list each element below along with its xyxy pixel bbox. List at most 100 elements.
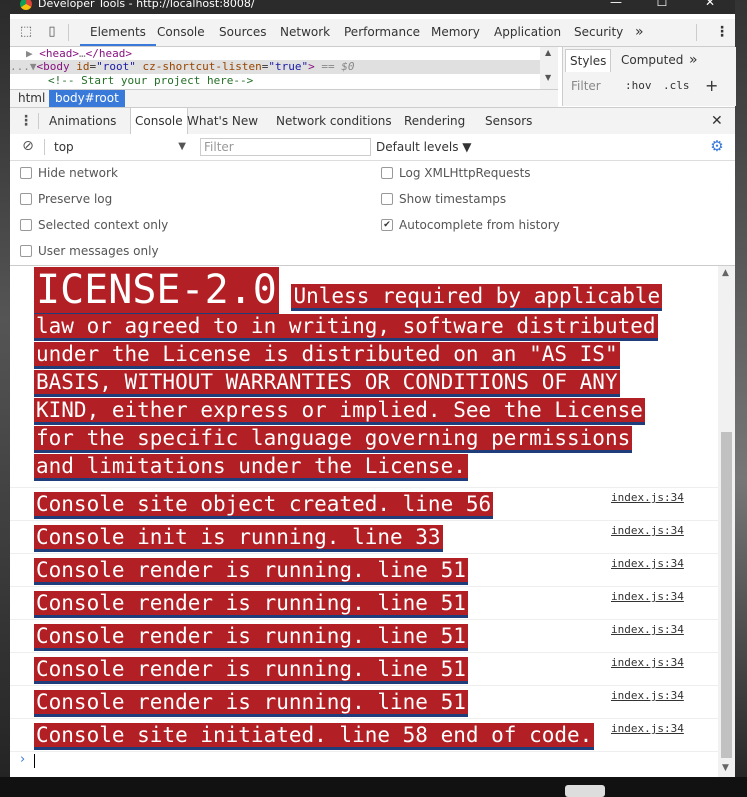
license-line: Unless required by applicable [291,284,663,308]
source-link[interactable]: index.js:34 [611,722,684,735]
tab-styles[interactable]: Styles [565,49,612,72]
scroll-down-icon[interactable]: ▼ [545,73,551,82]
toolbar-divider-right [696,24,697,41]
selected-context-checkbox[interactable] [20,219,32,231]
console-messages: ICENSE-2.0 Unless required by applicable… [10,266,718,777]
drawer-tabbar: ⋮ Animations Console What's New Network … [10,107,735,135]
source-link[interactable]: index.js:34 [611,491,684,504]
attr-value-cz: "true" [268,60,309,73]
license-log-message: ICENSE-2.0 Unless required by applicable… [34,267,674,480]
hover-state-toggle[interactable]: :hov [625,79,652,92]
maximize-button[interactable]: ☐ [639,0,685,8]
collapse-arrow-icon[interactable]: ▼ [30,60,37,73]
inspect-element-icon[interactable]: ⬚ [18,24,34,40]
license-line: KIND, either express or implied. See the… [34,398,645,422]
source-link[interactable]: index.js:34 [611,623,684,636]
breadcrumb-body[interactable]: body#root [49,90,125,107]
selected-node-ref: == $0 [321,60,355,73]
drawer-divider [38,113,39,129]
devtools-menu-icon[interactable]: ⋮ [705,19,739,46]
license-line: BASIS, WITHOUT WARRANTIES OR CONDITIONS … [34,370,620,394]
desktop-item [565,785,605,797]
show-timestamps-label: Show timestamps [399,192,507,206]
breadcrumb-html[interactable]: html [12,90,51,107]
source-link[interactable]: index.js:34 [611,656,684,669]
add-rule-icon[interactable]: + [705,76,718,95]
tab-elements[interactable]: Elements [80,19,156,46]
tree-line-head[interactable]: ▶ <head>…</head> [10,47,558,61]
show-timestamps-checkbox[interactable] [381,193,393,205]
tree-line-body[interactable]: ...▼<body id="root" cz-shortcut-listen="… [10,60,558,74]
attr-name-cz: cz-shortcut-listen [142,60,262,73]
drawer-tab-console[interactable]: Console [130,108,188,134]
tab-sources[interactable]: Sources [209,19,276,46]
log-message: Console render is running. line 51 [34,686,468,719]
preserve-log-checkbox[interactable] [20,193,32,205]
scroll-up-icon[interactable]: ▲ [545,48,551,57]
elements-tree: ▶ <head>…</head> ...▼<body id="root" cz-… [10,47,558,89]
close-window-button[interactable]: ✕ [687,0,733,8]
more-tabs-button[interactable]: » [625,19,654,46]
hide-network-checkbox[interactable] [20,167,32,179]
tab-performance[interactable]: Performance [334,19,430,46]
elements-scrollbar[interactable]: ▲ ▼ [540,47,558,89]
desktop-background-bottom [0,777,747,797]
user-messages-label: User messages only [38,244,159,258]
source-link[interactable]: index.js:34 [611,557,684,570]
user-messages-checkbox[interactable] [20,245,32,257]
hide-network-label: Hide network [38,166,118,180]
drawer-menu-icon[interactable]: ⋮ [18,113,34,129]
scroll-down-icon[interactable]: ▼ [722,763,729,773]
source-link[interactable]: index.js:34 [611,590,684,603]
device-toolbar-icon[interactable]: ▯ [44,24,60,40]
log-levels-dropdown[interactable]: Default levels ▼ [376,138,472,156]
log-xhr-checkbox[interactable] [381,167,393,179]
log-message-text: Console render is running. line 51 [34,624,468,648]
log-message: Console render is running. line 51 [34,620,468,653]
tab-security[interactable]: Security [564,19,633,46]
styles-filter-input[interactable]: Filter [571,79,601,93]
log-xhr-label: Log XMLHttpRequests [399,166,531,180]
close-drawer-icon[interactable]: ✕ [707,108,727,134]
drawer-tab-rendering[interactable]: Rendering [400,108,469,134]
console-filter-input[interactable]: Filter [200,138,371,156]
console-settings-panel: Hide network Preserve log Selected conte… [10,161,735,266]
autocomplete-checkbox[interactable]: ✔ [381,219,393,231]
log-message: Console site object created. line 56 [34,488,494,521]
drawer-tab-sensors[interactable]: Sensors [481,108,536,134]
class-toggle[interactable]: .cls [663,79,690,92]
log-message-text: Console render is running. line 51 [34,591,468,615]
source-link[interactable]: index.js:34 [611,524,684,537]
source-link[interactable]: index.js:34 [611,689,684,702]
tab-network[interactable]: Network [270,19,340,46]
node-ellipsis: ... [10,60,30,73]
head-close-tag: </head> [85,47,132,60]
drawer-tab-network-conditions[interactable]: Network conditions [272,108,396,134]
tree-line-comment[interactable]: <!-- Start your project here--> [10,74,558,88]
clear-console-icon[interactable]: ⊘ [20,138,36,154]
tab-application[interactable]: Application [484,19,571,46]
minimize-button[interactable]: — [593,0,639,8]
console-scrollbar[interactable]: ▲ ▼ [718,266,735,777]
scroll-up-icon[interactable]: ▲ [722,268,729,278]
tab-memory[interactable]: Memory [421,19,490,46]
drawer-tab-whats-new[interactable]: What's New [183,108,262,134]
devtools-window: Developer Tools - http://localhost:8008/… [10,0,736,777]
drawer-tab-animations[interactable]: Animations [45,108,120,134]
expand-arrow-icon[interactable]: ▶ [26,47,33,60]
console-settings-gear-icon[interactable]: ⚙ [709,138,725,154]
row-divider [10,751,718,752]
tab-console[interactable]: Console [147,19,215,46]
more-style-tabs-button[interactable]: » [685,49,702,71]
license-line: and limitations under the License. [34,454,468,478]
attr-name-id: id [76,60,90,73]
context-selector[interactable]: top ▼ [54,138,186,156]
license-line: for the specific language governing perm… [34,426,633,450]
devtools-main-toolbar: ⬚ ▯ Elements Console Sources Network Per… [10,19,735,47]
head-open-tag: <head> [39,47,79,60]
license-line: under the License is distributed on an "… [34,342,620,366]
console-input[interactable] [34,754,35,768]
scrollbar-thumb[interactable] [721,432,732,758]
tab-computed[interactable]: Computed [617,49,687,71]
console-toolbar: ⊘ top ▼ Filter Default levels ▼ ⚙ [10,134,735,161]
